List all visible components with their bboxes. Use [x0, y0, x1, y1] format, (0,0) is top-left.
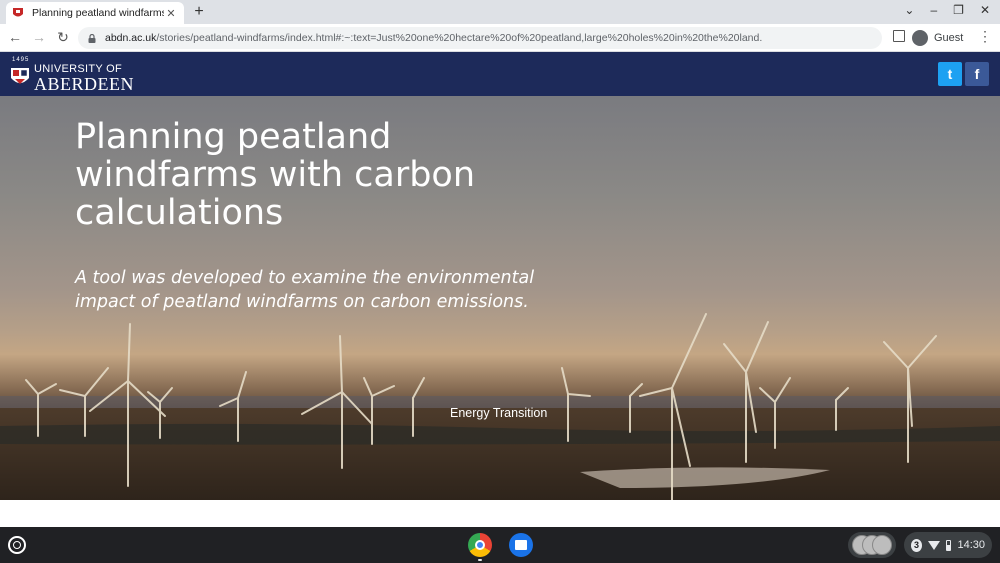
- hero-subtitle: A tool was developed to examine the envi…: [75, 268, 535, 312]
- profile-button[interactable]: Guest: [912, 27, 963, 49]
- page-content-area: [0, 500, 1000, 527]
- active-app-indicator: [478, 559, 482, 561]
- minimize-icon[interactable]: –: [930, 3, 937, 17]
- side-panel-icon[interactable]: [893, 30, 905, 42]
- holding-space-tray[interactable]: [848, 532, 896, 558]
- recent-file-thumb: [872, 535, 892, 555]
- tab-search-icon[interactable]: ⌄: [904, 3, 914, 17]
- twitter-share-icon[interactable]: t: [938, 62, 962, 86]
- university-favicon-icon: [13, 8, 23, 17]
- files-app-icon[interactable]: [509, 533, 533, 557]
- university-logo[interactable]: 1495 UNIVERSITY OF ABERDEEN: [10, 57, 134, 93]
- chrome-app-icon[interactable]: [468, 533, 492, 557]
- browser-tab[interactable]: Planning peatland windfarms w ✕: [6, 2, 184, 24]
- back-arrow-icon[interactable]: ←: [6, 28, 24, 46]
- os-shelf: 3 14:30: [0, 527, 1000, 563]
- profile-label: Guest: [934, 32, 964, 44]
- reload-icon[interactable]: ↻: [54, 28, 72, 46]
- status-tray[interactable]: 3 14:30: [904, 532, 992, 558]
- lock-icon[interactable]: [88, 33, 96, 43]
- category-tag-link[interactable]: Energy Transition: [450, 406, 547, 420]
- tab-title: Planning peatland windfarms w: [32, 7, 164, 19]
- tab-close-icon[interactable]: ✕: [164, 7, 178, 20]
- new-tab-button[interactable]: +: [190, 3, 208, 21]
- notification-count-badge: 3: [911, 538, 923, 552]
- browser-toolbar: ← → ↻ abdn.ac.uk/stories/peatland-windfa…: [0, 24, 1000, 52]
- restore-icon[interactable]: ❐: [953, 3, 964, 17]
- battery-icon: [946, 539, 952, 551]
- browser-menu-icon[interactable]: ⋮: [978, 29, 992, 43]
- url-text: abdn.ac.uk/stories/peatland-windfarms/in…: [105, 32, 763, 44]
- facebook-share-icon[interactable]: f: [965, 62, 989, 86]
- wifi-icon: [928, 540, 941, 550]
- hero-title: Planning peatland windfarms with carbon …: [75, 117, 476, 233]
- window-controls: ⌄ – ❐ ✕: [904, 3, 990, 17]
- profile-avatar-icon: [912, 30, 928, 46]
- launcher-icon[interactable]: [8, 536, 26, 554]
- clock: 14:30: [957, 539, 985, 551]
- browser-tab-strip: Planning peatland windfarms w ✕ + ⌄ – ❐ …: [0, 0, 1000, 24]
- address-bar[interactable]: abdn.ac.uk/stories/peatland-windfarms/in…: [78, 27, 882, 49]
- logo-line-2: ABERDEEN: [34, 74, 134, 94]
- close-window-icon[interactable]: ✕: [980, 3, 990, 17]
- site-header: 1495 UNIVERSITY OF ABERDEEN t f: [0, 52, 1000, 96]
- crest-icon: [11, 68, 29, 84]
- forward-arrow-icon[interactable]: →: [30, 28, 48, 46]
- hero-banner: Planning peatland windfarms with carbon …: [0, 96, 1000, 500]
